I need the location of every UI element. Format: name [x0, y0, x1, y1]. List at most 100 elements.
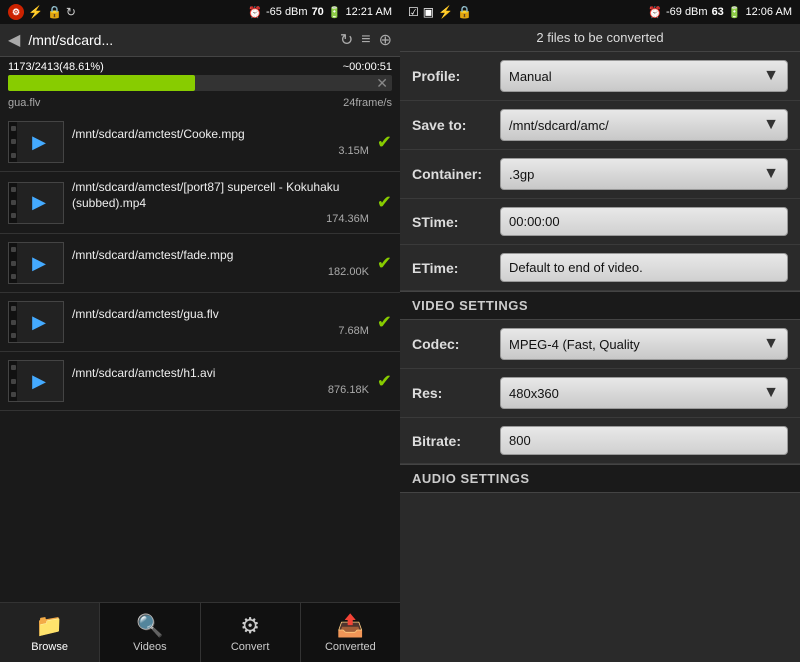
bitrate-control: 800	[500, 426, 788, 455]
file-path: /mnt/sdcard/amctest/gua.flv	[72, 307, 369, 323]
codec-dropdown[interactable]: MPEG-4 (Fast, Quality ▼	[500, 328, 788, 360]
progress-container: 1173/2413(48.61%) ~00:00:51 ✕	[0, 57, 400, 95]
bars-right: 63	[712, 6, 724, 18]
nav-converted[interactable]: 📤 Converted	[301, 603, 400, 662]
nav-converted-label: Converted	[325, 641, 376, 653]
address-bar: ◀ /mnt/sdcard... ↻ ≡ ⊕	[0, 24, 400, 57]
bars-left: 70	[312, 6, 324, 18]
sd-icon-right: 🔒	[457, 5, 472, 19]
time-left: 12:21 AM	[346, 6, 392, 18]
convert-icon: ⚙	[240, 613, 260, 639]
browse-icon: 📁	[36, 613, 63, 639]
battery-icon-right: 🔋	[728, 6, 742, 19]
file-path: /mnt/sdcard/amctest/h1.avi	[72, 366, 369, 382]
progress-remaining: ~00:00:51	[343, 61, 392, 73]
converted-icon: 📤	[337, 613, 364, 639]
file-size: 182.00K	[72, 266, 369, 278]
menu-button[interactable]: ≡	[361, 31, 370, 49]
file-checkbox[interactable]: ✔	[377, 253, 392, 274]
play-icon: ▶	[32, 371, 46, 392]
res-control: 480x360 ▼	[500, 377, 788, 409]
files-notice-text: 2 files to be converted	[536, 30, 663, 45]
nav-browse-label: Browse	[31, 641, 68, 653]
stime-value: 00:00:00	[509, 214, 560, 229]
file-checkbox[interactable]: ✔	[377, 132, 392, 153]
file-thumbnail: ▶	[8, 182, 64, 224]
file-checkbox[interactable]: ✔	[377, 371, 392, 392]
nav-browse[interactable]: 📁 Browse	[0, 603, 100, 662]
bitrate-input[interactable]: 800	[500, 426, 788, 455]
status-icons-left: ⚙ ⚡ 🔒 ↻	[8, 4, 76, 20]
saveto-dropdown[interactable]: /mnt/sdcard/amc/ ▼	[500, 109, 788, 141]
time-right: 12:06 AM	[746, 6, 792, 18]
progress-close-button[interactable]: ✕	[376, 75, 388, 92]
file-checkbox[interactable]: ✔	[377, 312, 392, 333]
signal-left: -65 dBm	[266, 6, 308, 18]
container-label: Container:	[412, 166, 492, 182]
stime-control: 00:00:00	[500, 207, 788, 236]
file-size: 3.15M	[72, 145, 369, 157]
etime-input[interactable]: Default to end of video.	[500, 253, 788, 282]
play-icon: ▶	[32, 192, 46, 213]
list-item[interactable]: ▶ /mnt/sdcard/amctest/h1.avi 876.18K ✔	[0, 352, 400, 411]
file-checkbox[interactable]: ✔	[377, 192, 392, 213]
more-button[interactable]: ⊕	[379, 30, 392, 50]
refresh-button[interactable]: ↻	[340, 30, 353, 50]
profile-row: Profile: Manual ▼	[400, 52, 800, 101]
file-list: ▶ /mnt/sdcard/amctest/Cooke.mpg 3.15M ✔ …	[0, 113, 400, 602]
bitrate-row: Bitrate: 800	[400, 418, 800, 464]
bitrate-value: 800	[509, 433, 531, 448]
profile-dropdown[interactable]: Manual ▼	[500, 60, 788, 92]
saveto-label: Save to:	[412, 117, 492, 133]
bitrate-label: Bitrate:	[412, 433, 492, 449]
back-button[interactable]: ◀	[8, 30, 20, 50]
nav-convert[interactable]: ⚙ Convert	[201, 603, 301, 662]
play-icon: ▶	[32, 253, 46, 274]
res-row: Res: 480x360 ▼	[400, 369, 800, 418]
profile-value: Manual	[509, 69, 552, 84]
alarm-icon: ⏰	[248, 6, 262, 19]
nav-videos[interactable]: 🔍 Videos	[100, 603, 200, 662]
sync-icon: ↻	[66, 5, 76, 19]
sd-icon: 🔒	[47, 5, 62, 19]
list-item[interactable]: ▶ /mnt/sdcard/amctest/gua.flv 7.68M ✔	[0, 293, 400, 352]
list-item[interactable]: ▶ /mnt/sdcard/amctest/[port87] supercell…	[0, 172, 400, 234]
videos-icon: 🔍	[136, 613, 163, 639]
file-info: /mnt/sdcard/amctest/Cooke.mpg 3.15M	[72, 127, 369, 157]
status-icons-right: ☑ ▣ ⚡ 🔒	[408, 5, 472, 19]
app-icon: ⚙	[8, 4, 24, 20]
left-panel: ⚙ ⚡ 🔒 ↻ ⏰ -65 dBm 70 🔋 12:21 AM ◀ /mnt/s…	[0, 0, 400, 662]
video-settings-header: VIDEO SETTINGS	[400, 291, 800, 320]
profile-label: Profile:	[412, 68, 492, 84]
nav-convert-label: Convert	[231, 641, 270, 653]
file-thumbnail: ▶	[8, 301, 64, 343]
file-info: /mnt/sdcard/amctest/fade.mpg 182.00K	[72, 248, 369, 278]
converting-fps: 24frame/s	[343, 97, 392, 109]
file-info: /mnt/sdcard/amctest/gua.flv 7.68M	[72, 307, 369, 337]
video-settings-title: VIDEO SETTINGS	[412, 298, 528, 313]
list-item[interactable]: ▶ /mnt/sdcard/amctest/fade.mpg 182.00K ✔	[0, 234, 400, 293]
play-icon: ▶	[32, 132, 46, 153]
container-dropdown-arrow: ▼	[763, 165, 779, 183]
file-size: 174.36M	[72, 213, 369, 225]
etime-value: Default to end of video.	[509, 260, 643, 275]
file-thumbnail: ▶	[8, 242, 64, 284]
list-item[interactable]: ▶ /mnt/sdcard/amctest/Cooke.mpg 3.15M ✔	[0, 113, 400, 172]
file-info: /mnt/sdcard/amctest/[port87] supercell -…	[72, 180, 369, 225]
usb-icon-right: ⚡	[438, 5, 453, 19]
play-icon: ▶	[32, 312, 46, 333]
res-dropdown[interactable]: 480x360 ▼	[500, 377, 788, 409]
container-dropdown[interactable]: .3gp ▼	[500, 158, 788, 190]
container-control: .3gp ▼	[500, 158, 788, 190]
stime-input[interactable]: 00:00:00	[500, 207, 788, 236]
etime-control: Default to end of video.	[500, 253, 788, 282]
battery-icon-left: 🔋	[328, 6, 342, 19]
res-label: Res:	[412, 385, 492, 401]
file-info: /mnt/sdcard/amctest/h1.avi 876.18K	[72, 366, 369, 396]
profile-control: Manual ▼	[500, 60, 788, 92]
codec-dropdown-arrow: ▼	[763, 335, 779, 353]
files-notice: 2 files to be converted	[400, 24, 800, 52]
square-icon: ▣	[423, 5, 434, 19]
file-size: 7.68M	[72, 325, 369, 337]
file-thumbnail: ▶	[8, 121, 64, 163]
